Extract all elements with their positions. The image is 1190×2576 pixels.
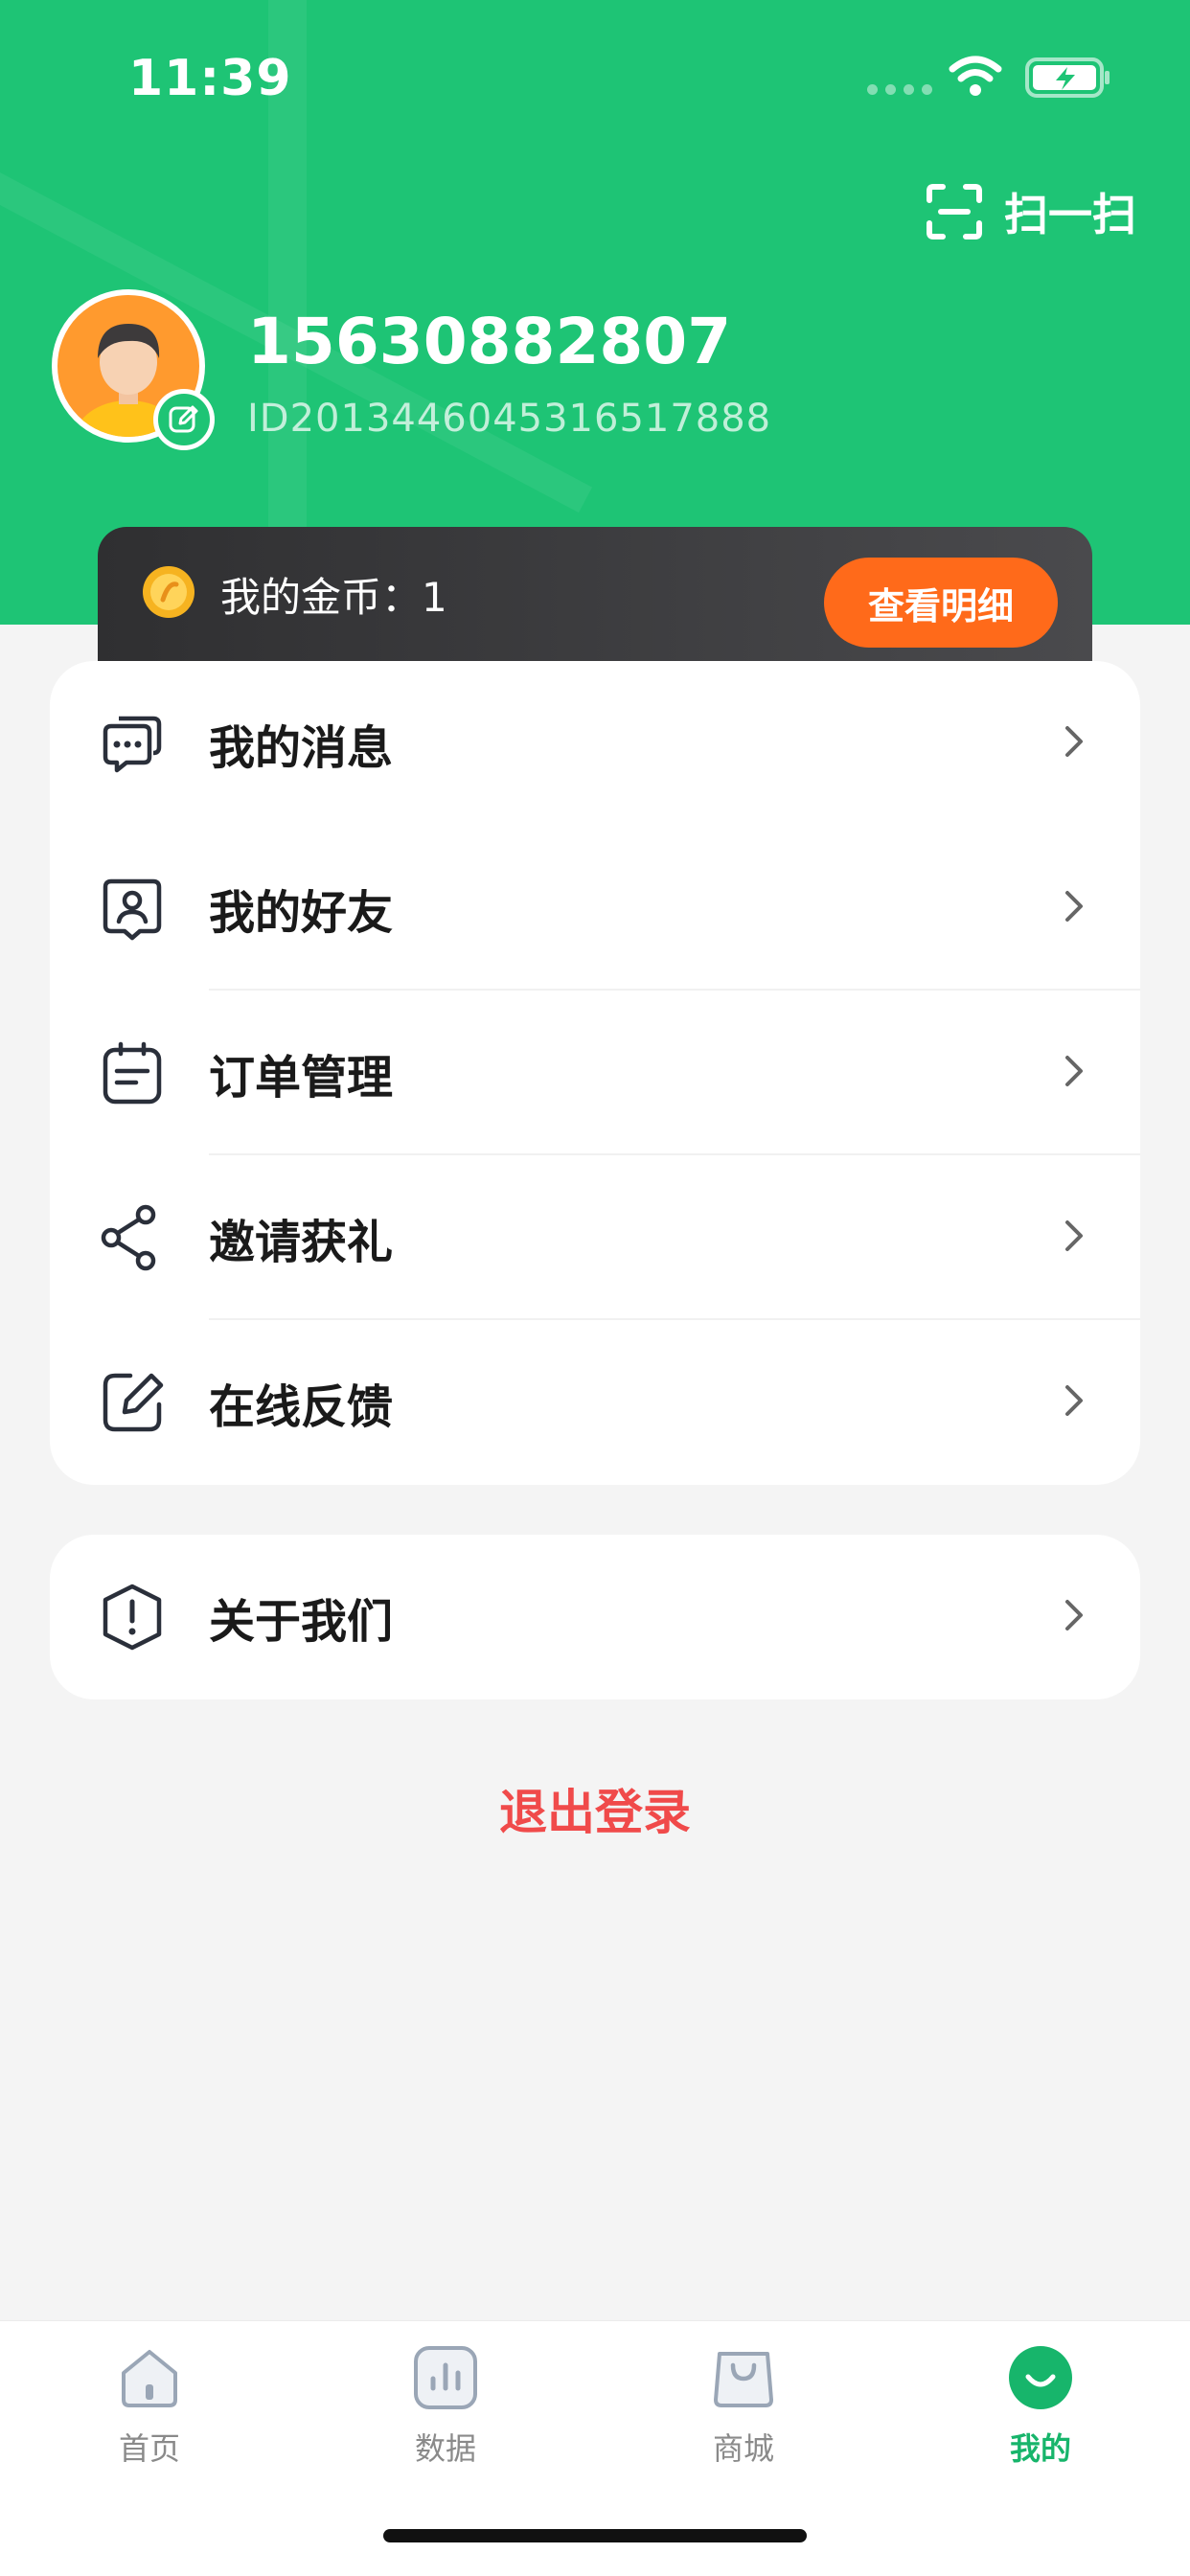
menu-item-label: 订单管理: [209, 1051, 394, 1105]
menu-card-main: 我的消息 我的好友 订单管理 邀请获礼 在线反馈: [50, 661, 1140, 1485]
menu-item-label: 关于我们: [209, 1595, 394, 1649]
menu-item-invite[interactable]: 邀请获礼: [50, 1155, 1140, 1320]
user-id: ID2013446045316517888: [247, 397, 772, 441]
menu-item-label: 我的好友: [209, 886, 394, 940]
menu-item-feedback[interactable]: 在线反馈: [50, 1320, 1140, 1485]
message-icon: [98, 709, 167, 778]
tab-label: 首页: [118, 2430, 180, 2467]
edit-avatar-icon[interactable]: [153, 389, 215, 450]
order-icon: [98, 1038, 167, 1107]
friend-icon: [98, 874, 167, 943]
coin-bar: 我的金币：1 查看明细: [98, 527, 1092, 661]
menu-item-label: 我的消息: [209, 721, 394, 775]
scan-icon: [927, 184, 982, 239]
shop-icon: [714, 2352, 773, 2407]
tab-label: 数据: [414, 2430, 476, 2467]
chevron-right-icon: [1064, 1219, 1085, 1257]
logout-button[interactable]: 退出登录: [0, 1774, 1190, 1843]
cellular-signal-icon: [867, 84, 932, 95]
tab-label: 商城: [712, 2430, 774, 2467]
scan-label: 扫一扫: [1004, 189, 1136, 240]
feedback-icon: [98, 1368, 167, 1437]
scan-button[interactable]: 扫一扫: [926, 180, 1136, 243]
tab-home[interactable]: 首页: [54, 2344, 245, 2469]
tab-shop[interactable]: 商城: [648, 2344, 839, 2469]
chevron-right-icon: [1064, 724, 1085, 763]
coin-icon: [140, 563, 197, 625]
tab-data[interactable]: 数据: [350, 2344, 541, 2469]
menu-item-messages[interactable]: 我的消息: [50, 661, 1140, 826]
menu-item-label: 在线反馈: [209, 1380, 394, 1434]
username: 15630882807: [247, 305, 732, 378]
home-icon: [122, 2350, 177, 2407]
chevron-right-icon: [1064, 889, 1085, 927]
chevron-right-icon: [1064, 1598, 1085, 1636]
tab-profile[interactable]: 我的: [945, 2344, 1136, 2469]
menu-item-label: 邀请获礼: [209, 1216, 394, 1269]
home-indicator: [383, 2529, 807, 2542]
menu-card-about: 关于我们: [50, 1535, 1140, 1699]
chevron-right-icon: [1064, 1054, 1085, 1092]
chevron-right-icon: [1064, 1383, 1085, 1422]
battery-icon: [1025, 57, 1111, 102]
chart-icon: [414, 2346, 477, 2409]
share-icon: [98, 1203, 167, 1272]
menu-item-about[interactable]: 关于我们: [50, 1535, 1140, 1699]
menu-item-friends[interactable]: 我的好友: [50, 826, 1140, 991]
about-icon: [98, 1583, 167, 1652]
profile-icon: [1009, 2346, 1072, 2409]
avatar[interactable]: [52, 289, 215, 450]
coin-balance: 我的金币：1: [220, 574, 447, 621]
menu-item-orders[interactable]: 订单管理: [50, 991, 1140, 1155]
tab-label: 我的: [1009, 2430, 1071, 2467]
view-details-button[interactable]: 查看明细: [824, 558, 1058, 648]
wifi-icon: [949, 56, 1002, 102]
status-time: 11:39: [128, 50, 292, 107]
